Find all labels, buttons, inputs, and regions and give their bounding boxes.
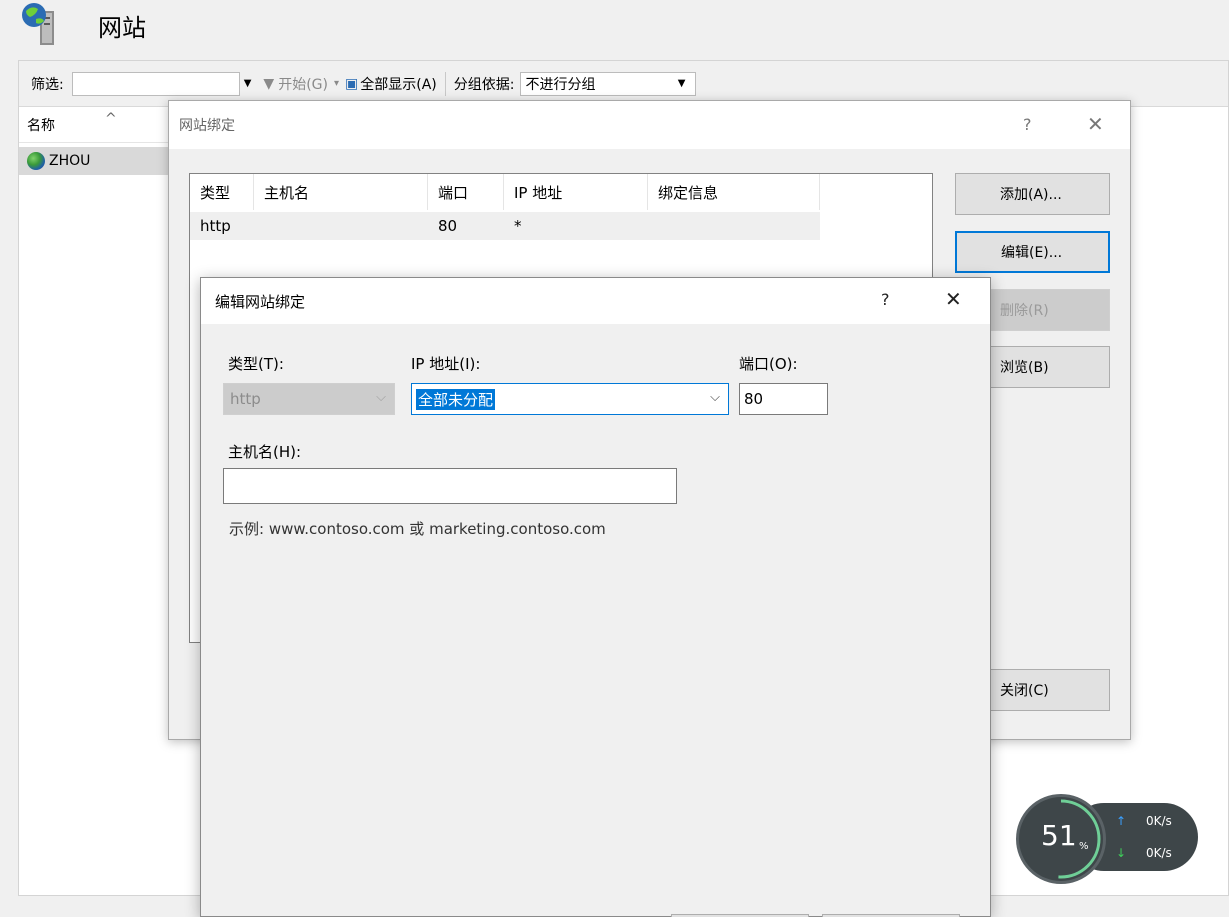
- type-value: http: [230, 390, 261, 408]
- filter-dropdown-icon[interactable]: ▼: [244, 78, 252, 89]
- add-binding-button[interactable]: 添加(A)...: [955, 173, 1110, 215]
- port-label: 端口(O):: [739, 355, 798, 373]
- download-rate: 0K/s: [1146, 846, 1172, 860]
- cell-type: http: [200, 217, 231, 235]
- group-by-select[interactable]: 不进行分组 ▼: [520, 71, 697, 96]
- percent-sign: %: [1079, 841, 1089, 852]
- ip-address-value: 全部未分配: [416, 388, 496, 410]
- column-header-type[interactable]: 类型: [190, 174, 254, 210]
- dialog-titlebar: 编辑网站绑定 ? ✕: [201, 278, 990, 324]
- close-icon[interactable]: ✕: [945, 287, 962, 311]
- column-header-port[interactable]: 端口: [428, 174, 504, 210]
- download-arrow-icon: ↓: [1116, 846, 1127, 860]
- help-button[interactable]: ?: [881, 290, 890, 309]
- filter-label: 筛选:: [31, 76, 64, 93]
- column-name-label: 名称: [27, 117, 55, 134]
- start-dropdown-icon[interactable]: ▾: [334, 78, 339, 89]
- page-header: 网站: [18, 0, 146, 50]
- cpu-usage-gauge: 51 %: [1016, 794, 1106, 884]
- hostname-label: 主机名(H):: [228, 443, 302, 461]
- cpu-percent: 51: [1041, 819, 1077, 852]
- page-title: 网站: [98, 13, 146, 42]
- port-input[interactable]: 80: [739, 383, 828, 415]
- dialog-title: 网站绑定: [179, 118, 235, 134]
- type-label: 类型(T):: [228, 355, 284, 373]
- start-button[interactable]: 开始(G): [278, 74, 328, 94]
- column-header-name[interactable]: 名称: [19, 107, 169, 143]
- column-header-host[interactable]: 主机名: [254, 174, 428, 210]
- sort-ascending-icon: ^: [105, 111, 117, 127]
- cell-host: [254, 212, 264, 240]
- globe-icon: [27, 152, 45, 170]
- dialog-titlebar: 网站绑定 ? ✕: [169, 101, 1130, 149]
- close-icon[interactable]: ✕: [1087, 112, 1104, 136]
- upload-rate: 0K/s: [1146, 814, 1172, 828]
- system-monitor-widget[interactable]: 51 % ↑ 0K/s ↓ 0K/s: [1016, 794, 1200, 884]
- ip-address-select[interactable]: 全部未分配 ⌵: [411, 383, 729, 415]
- edit-site-binding-dialog: 编辑网站绑定 ? ✕ 类型(T): http ⌵ IP 地址(I): 全部未分配…: [200, 277, 991, 917]
- upload-arrow-icon: ↑: [1116, 814, 1127, 828]
- hostname-example: 示例: www.contoso.com 或 marketing.contoso.…: [229, 520, 606, 538]
- funnel-icon: ▼: [263, 75, 275, 92]
- sites-globe-server-icon: [18, 1, 66, 49]
- group-by-label: 分组依据:: [453, 76, 515, 93]
- cell-port: 80: [438, 217, 458, 235]
- ip-address-label: IP 地址(I):: [411, 355, 481, 373]
- chevron-down-icon: ⌵: [710, 390, 720, 405]
- edit-binding-button[interactable]: 编辑(E)...: [955, 231, 1110, 273]
- cell-ip: *: [514, 217, 522, 235]
- site-name: ZHOU: [49, 153, 91, 169]
- column-header-info[interactable]: 绑定信息: [648, 174, 820, 210]
- chevron-down-icon: ▼: [677, 78, 686, 89]
- chevron-down-icon: ⌵: [376, 390, 386, 405]
- hostname-input[interactable]: [223, 468, 677, 504]
- dialog-title: 编辑网站绑定: [215, 292, 306, 311]
- toolbar-separator: [444, 71, 446, 96]
- show-all-button[interactable]: 全部显示(A): [360, 74, 437, 94]
- show-all-icon: ▣: [345, 75, 359, 92]
- type-select[interactable]: http ⌵: [223, 383, 395, 415]
- help-button[interactable]: ?: [1023, 115, 1032, 134]
- cell-info: [648, 212, 658, 240]
- filter-input[interactable]: [71, 71, 240, 96]
- column-header-ip[interactable]: IP 地址: [504, 174, 648, 210]
- site-list-item[interactable]: ZHOU: [19, 147, 169, 175]
- group-by-value: 不进行分组: [525, 76, 596, 93]
